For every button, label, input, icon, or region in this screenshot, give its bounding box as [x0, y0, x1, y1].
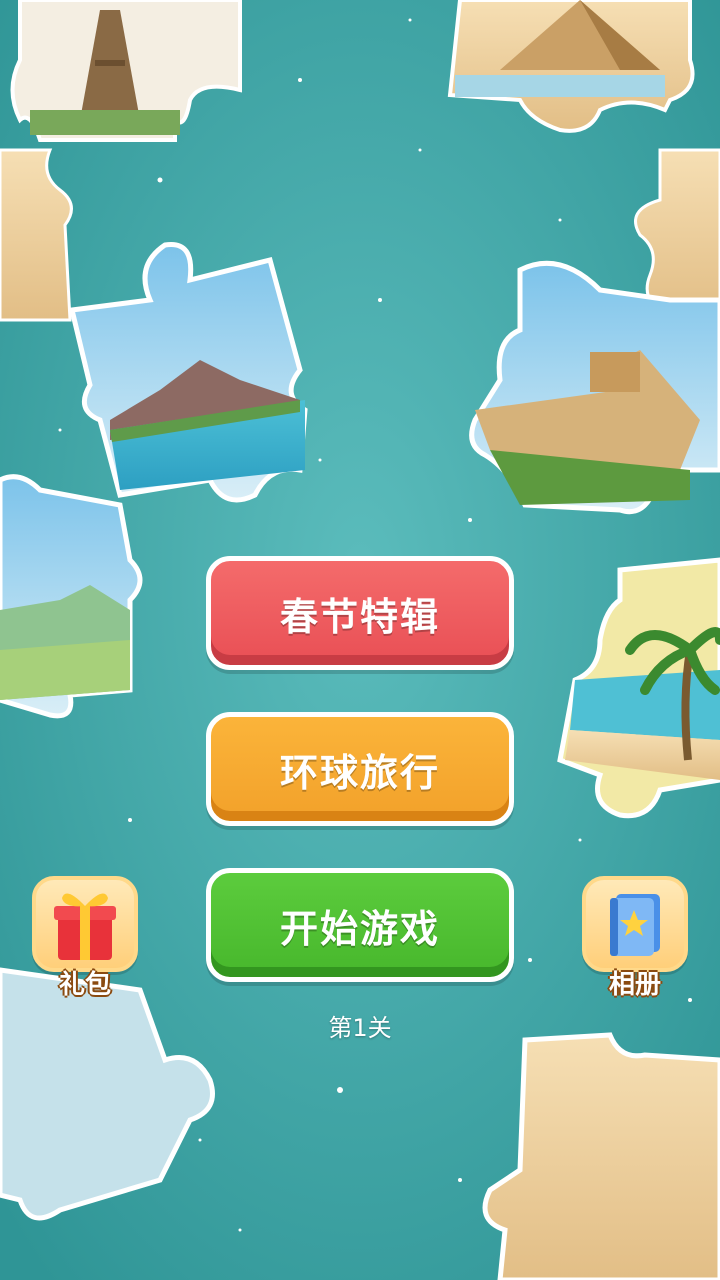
gift-icon: [54, 893, 116, 960]
gift-icon-frame: [32, 876, 138, 972]
album-label: 相册: [608, 970, 661, 1000]
album-icon: [610, 894, 660, 956]
spring-festival-button[interactable]: 春节特辑: [206, 556, 514, 670]
level-indicator: 第1关: [328, 1014, 392, 1042]
album-button[interactable]: 相册: [582, 876, 688, 1000]
gift-button[interactable]: 礼包: [32, 876, 138, 1000]
album-icon-frame: [582, 876, 688, 972]
start-game-button[interactable]: 开始游戏: [206, 868, 514, 982]
world-tour-button[interactable]: 环球旅行: [206, 712, 514, 826]
gift-label: 礼包: [58, 970, 111, 1000]
